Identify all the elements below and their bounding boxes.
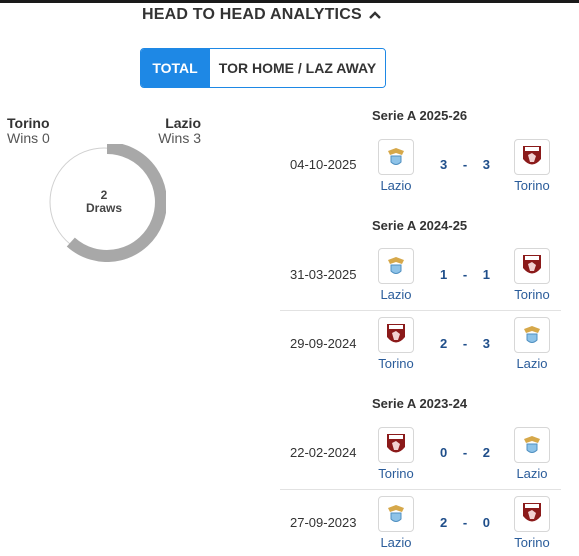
away-team[interactable]: Torino [502, 496, 562, 550]
left-team-name: Torino [7, 115, 50, 131]
lazio-crest-icon [378, 139, 414, 175]
match-date: 22-02-2024 [290, 445, 357, 460]
home-score: 2 [440, 336, 448, 351]
torino-crest-icon [378, 427, 414, 463]
home-score: 1 [440, 267, 448, 282]
home-team[interactable]: Torino [366, 427, 426, 481]
score-separator: - [462, 336, 468, 351]
chevron-up-icon[interactable] [368, 8, 382, 22]
home-team[interactable]: Lazio [366, 496, 426, 550]
home-team[interactable]: Lazio [366, 139, 426, 193]
away-score: 3 [482, 157, 490, 172]
score-separator: - [462, 157, 468, 172]
away-team-name: Torino [514, 535, 550, 550]
right-team-summary: Lazio Wins 3 [158, 116, 201, 146]
season-heading: Serie A 2025-26 [372, 108, 468, 123]
home-team-name: Torino [378, 356, 414, 371]
away-team[interactable]: Torino [502, 248, 562, 302]
home-score: 3 [440, 157, 448, 172]
home-score: 0 [440, 445, 448, 460]
score-separator: - [462, 445, 468, 460]
home-team-name: Torino [378, 466, 414, 481]
tab-home-away[interactable]: TOR HOME / LAZ AWAY [209, 49, 385, 87]
left-team-wins: Wins 0 [7, 130, 50, 146]
score-separator: - [462, 515, 468, 530]
away-team-name: Torino [514, 178, 550, 193]
away-team-name: Torino [514, 287, 550, 302]
away-team-name: Lazio [516, 356, 548, 371]
row-divider [280, 489, 561, 490]
away-team-name: Lazio [516, 466, 548, 481]
match-date: 04-10-2025 [290, 157, 357, 172]
match-score: 0 - 2 [440, 445, 490, 460]
away-score: 3 [482, 336, 490, 351]
match-score: 3 - 3 [440, 157, 490, 172]
match-date: 29-09-2024 [290, 336, 357, 351]
top-border [0, 0, 579, 3]
away-team[interactable]: Lazio [502, 317, 562, 371]
home-team[interactable]: Torino [366, 317, 426, 371]
home-team-name: Lazio [380, 178, 412, 193]
away-score: 1 [482, 267, 490, 282]
home-team[interactable]: Lazio [366, 248, 426, 302]
lazio-crest-icon [514, 427, 550, 463]
away-team[interactable]: Torino [502, 139, 562, 193]
tab-total[interactable]: TOTAL [141, 49, 209, 87]
section-header[interactable]: HEAD TO HEAD ANALYTICS [142, 5, 382, 25]
right-team-name: Lazio [165, 115, 201, 131]
lazio-crest-icon [514, 317, 550, 353]
score-separator: - [462, 267, 468, 282]
section-title: HEAD TO HEAD ANALYTICS [142, 6, 362, 23]
torino-crest-icon [514, 248, 550, 284]
view-toggle: TOTAL TOR HOME / LAZ AWAY [140, 48, 386, 88]
lazio-crest-icon [378, 248, 414, 284]
match-score: 1 - 1 [440, 267, 490, 282]
left-team-summary: Torino Wins 0 [7, 116, 50, 146]
torino-crest-icon [378, 317, 414, 353]
torino-crest-icon [514, 496, 550, 532]
torino-crest-icon [514, 139, 550, 175]
season-heading: Serie A 2023-24 [372, 396, 468, 411]
match-score: 2 - 3 [440, 336, 490, 351]
away-team[interactable]: Lazio [502, 427, 562, 481]
away-score: 2 [482, 445, 490, 460]
row-divider [280, 310, 561, 311]
match-date: 27-09-2023 [290, 515, 357, 530]
away-score: 0 [482, 515, 490, 530]
match-date: 31-03-2025 [290, 267, 357, 282]
home-team-name: Lazio [380, 535, 412, 550]
match-score: 2 - 0 [440, 515, 490, 530]
lazio-crest-icon [378, 496, 414, 532]
home-team-name: Lazio [380, 287, 412, 302]
home-score: 2 [440, 515, 448, 530]
draws-label: 2 Draws [48, 189, 160, 215]
draws-text: Draws [85, 201, 123, 215]
season-heading: Serie A 2024-25 [372, 218, 468, 233]
